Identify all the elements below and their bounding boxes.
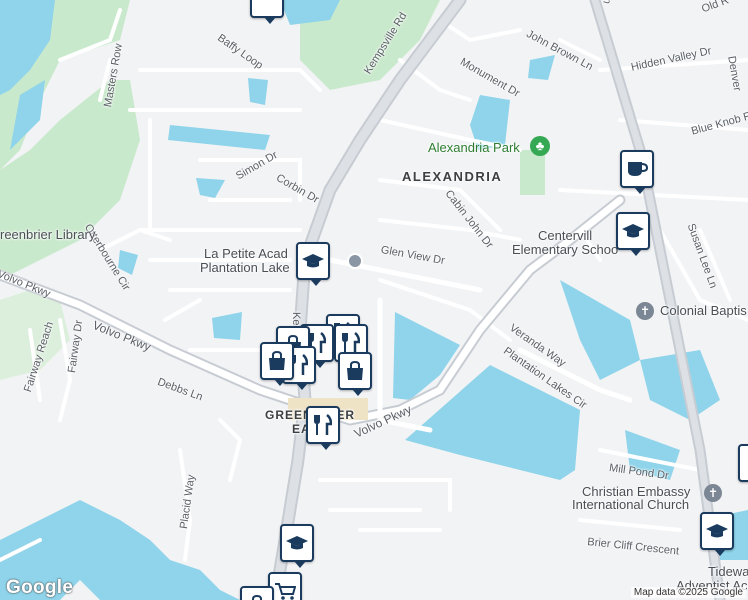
shopping-marker-4[interactable] (240, 586, 274, 600)
shopping-marker-2[interactable] (260, 342, 294, 386)
edge-marker[interactable] (738, 444, 748, 482)
school-marker-la-petite[interactable] (296, 242, 330, 286)
map-canvas[interactable]: ALEXANDRIA GREENBRIER EAST Kempsville Rd… (0, 0, 748, 600)
poi-la-petite-line2[interactable]: Plantation Lake (200, 260, 290, 275)
poi-tidewater-line1[interactable]: Tidewater (708, 564, 748, 579)
coffee-cup-icon (628, 162, 648, 176)
mortarboard-icon (302, 254, 324, 268)
shopping-cart-icon (275, 583, 296, 600)
cafe-marker[interactable] (620, 150, 654, 194)
church-cross-icon-2: ✝ (704, 484, 722, 502)
poi-alexandria-park[interactable]: Alexandria Park (428, 140, 520, 155)
shopping-bag-icon (347, 361, 363, 380)
fork-knife-icon (314, 414, 332, 435)
shopping-bag-icon (252, 595, 262, 600)
mortarboard-icon (286, 536, 308, 550)
map-attribution[interactable]: Map data ©2025 Google (630, 587, 746, 598)
poi-christian-embassy-line2[interactable]: International Church (572, 497, 689, 512)
mortarboard-icon (706, 524, 728, 538)
shopping-bag-icon (269, 351, 285, 370)
area-label-alexandria: ALEXANDRIA (402, 169, 503, 184)
school-marker-tidewater[interactable] (700, 512, 734, 556)
school-marker-centerville[interactable] (616, 212, 650, 256)
poi-colonial-baptist[interactable]: Colonial Baptis (660, 303, 747, 318)
restaurant-marker-5[interactable] (306, 406, 340, 450)
poi-centerville-line2[interactable]: Elementary Schoo (512, 242, 618, 257)
poi-centerville-line1[interactable]: Centervill (538, 228, 592, 243)
park-tree-icon: ♣ (530, 136, 550, 156)
poi-greenbrier-library[interactable]: reenbrier Library (0, 227, 95, 242)
mortarboard-icon (622, 224, 644, 238)
top-edge-marker[interactable] (250, 0, 284, 24)
shopping-marker-3[interactable] (338, 352, 372, 396)
poi-la-petite-line1[interactable]: La Petite Acad (204, 246, 288, 261)
poi-generic-dot-icon[interactable] (347, 253, 363, 269)
fork-knife-icon (342, 332, 360, 353)
church-cross-icon: ✝ (636, 302, 654, 320)
google-logo[interactable]: Google (6, 577, 73, 599)
school-marker-south[interactable] (280, 524, 314, 568)
